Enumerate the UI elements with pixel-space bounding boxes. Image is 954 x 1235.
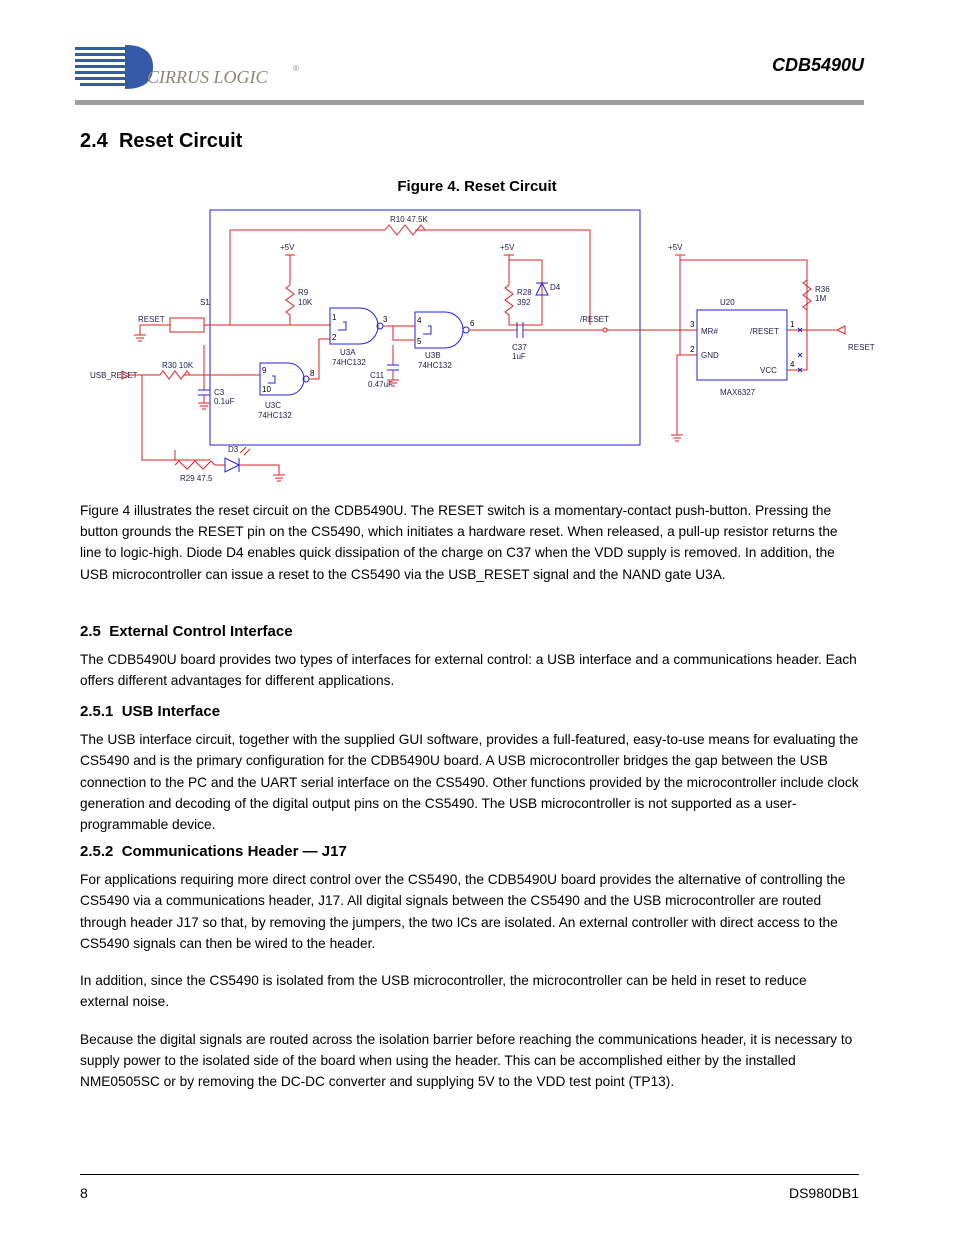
svg-text:R9: R9 <box>298 288 309 297</box>
svg-text:/RESET: /RESET <box>580 315 609 324</box>
svg-text:U3A: U3A <box>340 348 356 357</box>
svg-text:R28: R28 <box>517 288 532 297</box>
svg-text:R30 10K: R30 10K <box>162 361 194 370</box>
svg-text:RESET: RESET <box>848 343 875 352</box>
svg-text:74HC132: 74HC132 <box>418 361 452 370</box>
svg-text:RESET: RESET <box>138 315 165 324</box>
svg-text:9: 9 <box>262 366 267 375</box>
svg-text:8: 8 <box>310 369 315 378</box>
figure-caption: Figure 4. Reset Circuit <box>0 178 954 195</box>
section-number: 2.4 <box>80 130 108 152</box>
svg-text:+5V: +5V <box>500 243 515 252</box>
svg-text:0.47uF: 0.47uF <box>368 380 393 389</box>
svg-text:+5V: +5V <box>280 243 295 252</box>
svg-text:10K: 10K <box>298 298 313 307</box>
footer-rule <box>80 1174 859 1175</box>
svg-text:0.1uF: 0.1uF <box>214 397 235 406</box>
svg-text:U3B: U3B <box>425 351 441 360</box>
svg-text:3: 3 <box>383 315 388 324</box>
header-rule <box>75 100 864 105</box>
svg-text:4: 4 <box>417 316 422 325</box>
brand-logo: CIRRUS LOGIC ® <box>75 45 305 95</box>
section-2-5-2: 2.5.2 Communications Header — J17 For ap… <box>80 840 859 1108</box>
svg-text:5: 5 <box>417 337 422 346</box>
svg-text:2: 2 <box>690 345 695 354</box>
svg-text:C3: C3 <box>214 388 225 397</box>
svg-text:392: 392 <box>517 298 531 307</box>
svg-text:2: 2 <box>332 333 337 342</box>
svg-text:MR#: MR# <box>701 327 718 336</box>
svg-text:®: ® <box>293 64 299 73</box>
svg-text:VCC: VCC <box>760 366 777 375</box>
svg-text:4: 4 <box>790 360 795 369</box>
svg-text:D3: D3 <box>228 445 239 454</box>
svg-text:1: 1 <box>790 320 795 329</box>
svg-text:10: 10 <box>262 385 271 394</box>
svg-text:R29 47.5: R29 47.5 <box>180 474 213 483</box>
reset-circuit-schematic: .w{stroke:#d22;stroke-width:1;fill:none}… <box>80 200 880 500</box>
svg-text:74HC132: 74HC132 <box>332 358 366 367</box>
svg-text:C37: C37 <box>512 343 527 352</box>
brand-text: CIRRUS LOGIC <box>147 67 268 87</box>
svg-text:1: 1 <box>332 313 337 322</box>
svg-text:/RESET: /RESET <box>750 327 779 336</box>
svg-text:S1: S1 <box>200 298 210 307</box>
svg-text:MAX6327: MAX6327 <box>720 388 756 397</box>
section-2-5-1: 2.5.1 USB Interface The USB interface ci… <box>80 700 859 851</box>
section-2-4-paragraph: Figure 4 illustrates the reset circuit o… <box>80 500 859 601</box>
svg-text:6: 6 <box>470 319 475 328</box>
svg-text:D4: D4 <box>550 283 561 292</box>
svg-text:U20: U20 <box>720 298 735 307</box>
section-heading: 2.4 Reset Circuit <box>80 130 242 153</box>
svg-text:R10 47.5K: R10 47.5K <box>390 215 428 224</box>
svg-text:R36: R36 <box>815 285 830 294</box>
section-2-5: 2.5 External Control Interface The CDB54… <box>80 620 859 708</box>
footer-doc-rev: DS980DB1 <box>789 1185 859 1201</box>
svg-text:GND: GND <box>701 351 719 360</box>
svg-text:1M: 1M <box>815 294 826 303</box>
svg-text:C11: C11 <box>370 371 385 380</box>
svg-text:74HC132: 74HC132 <box>258 411 292 420</box>
doc-id: CDB5490U <box>772 55 864 76</box>
svg-text:3: 3 <box>690 320 695 329</box>
svg-text:1uF: 1uF <box>512 352 526 361</box>
page-number: 8 <box>80 1185 88 1201</box>
svg-text:+5V: +5V <box>668 243 683 252</box>
svg-text:U3C: U3C <box>265 401 281 410</box>
section-title: Reset Circuit <box>119 130 242 152</box>
